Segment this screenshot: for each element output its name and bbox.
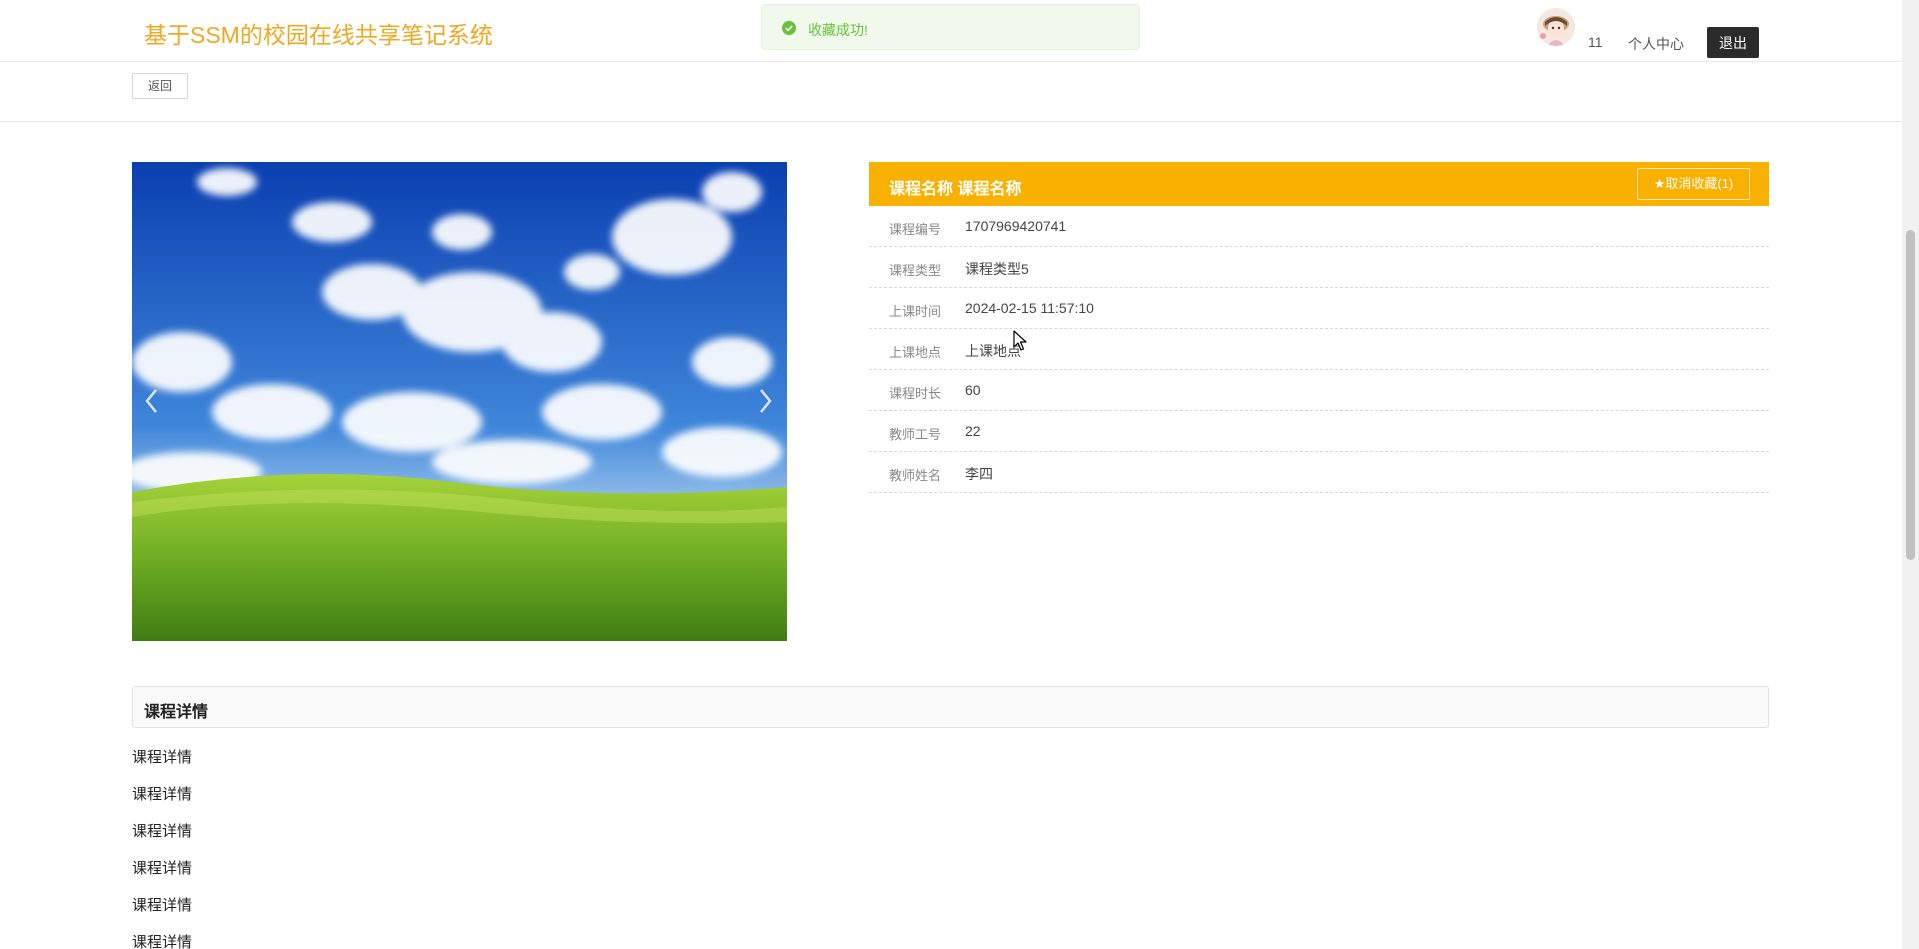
course-info-header: 课程名称 课程名称 ★取消收藏(1) — [869, 162, 1769, 206]
avatar[interactable] — [1537, 8, 1575, 46]
info-row-class-time: 上课时间 2024-02-15 11:57:10 — [869, 288, 1769, 329]
info-row-course-type: 课程类型 课程类型5 — [869, 247, 1769, 288]
info-row-course-duration: 课程时长 60 — [869, 370, 1769, 411]
success-toast: 收藏成功! — [761, 4, 1140, 50]
detail-line: 课程详情 — [132, 897, 193, 914]
info-row-teacher-id: 教师工号 22 — [869, 411, 1769, 452]
field-value: 李四 — [965, 466, 993, 482]
field-label: 课程类型 — [889, 263, 942, 278]
field-value: 1707969420741 — [965, 218, 1067, 234]
course-title: 课程名称 课程名称 — [889, 181, 1022, 198]
page-scrollbar[interactable] — [1902, 0, 1919, 949]
field-label: 课程时长 — [889, 386, 942, 401]
detail-line: 课程详情 — [132, 823, 193, 840]
field-label: 教师姓名 — [889, 468, 942, 483]
success-check-icon — [782, 21, 796, 35]
chevron-right-icon[interactable] — [753, 384, 777, 418]
field-label: 课程编号 — [889, 222, 942, 237]
image-carousel[interactable] — [132, 162, 787, 641]
logout-button[interactable]: 退出 — [1707, 27, 1759, 58]
site-title[interactable]: 基于SSM的校园在线共享笔记系统 — [144, 16, 493, 50]
profile-center-link[interactable]: 个人中心 — [1628, 34, 1684, 54]
detail-line: 课程详情 — [132, 749, 193, 766]
page: 基于SSM的校园在线共享笔记系统 11 个人中心 退出 收藏成功! 返回 课程名… — [0, 0, 1919, 949]
info-row-class-location: 上课地点 上课地点 — [869, 329, 1769, 370]
back-bar: 返回 — [0, 62, 1902, 122]
field-value: 课程类型5 — [965, 261, 1029, 277]
username: 11 — [1588, 34, 1603, 50]
scrollbar-thumb[interactable] — [1906, 230, 1915, 560]
mouse-cursor-icon — [1013, 330, 1027, 351]
cancel-favorite-button[interactable]: ★取消收藏(1) — [1637, 168, 1750, 200]
detail-line: 课程详情 — [132, 786, 193, 803]
detail-line: 课程详情 — [132, 860, 193, 877]
field-label: 上课地点 — [889, 345, 942, 360]
back-button[interactable]: 返回 — [132, 73, 188, 99]
field-label: 上课时间 — [889, 304, 942, 319]
carousel-image — [132, 162, 787, 641]
detail-line: 课程详情 — [132, 934, 193, 949]
chevron-left-icon[interactable] — [140, 384, 164, 418]
info-row-teacher-name: 教师姓名 李四 — [869, 452, 1769, 493]
toast-message: 收藏成功! — [808, 22, 868, 38]
field-value: 2024-02-15 11:57:10 — [965, 300, 1094, 316]
field-value: 60 — [965, 382, 981, 398]
info-row-course-number: 课程编号 1707969420741 — [869, 206, 1769, 247]
course-details-header: 课程详情 — [132, 686, 1769, 728]
course-info-panel: 课程名称 课程名称 ★取消收藏(1) 课程编号 1707969420741 课程… — [869, 162, 1769, 493]
field-value: 22 — [965, 423, 981, 439]
field-label: 教师工号 — [889, 427, 942, 442]
avatar-image — [1537, 8, 1575, 46]
course-details-heading: 课程详情 — [144, 704, 209, 721]
